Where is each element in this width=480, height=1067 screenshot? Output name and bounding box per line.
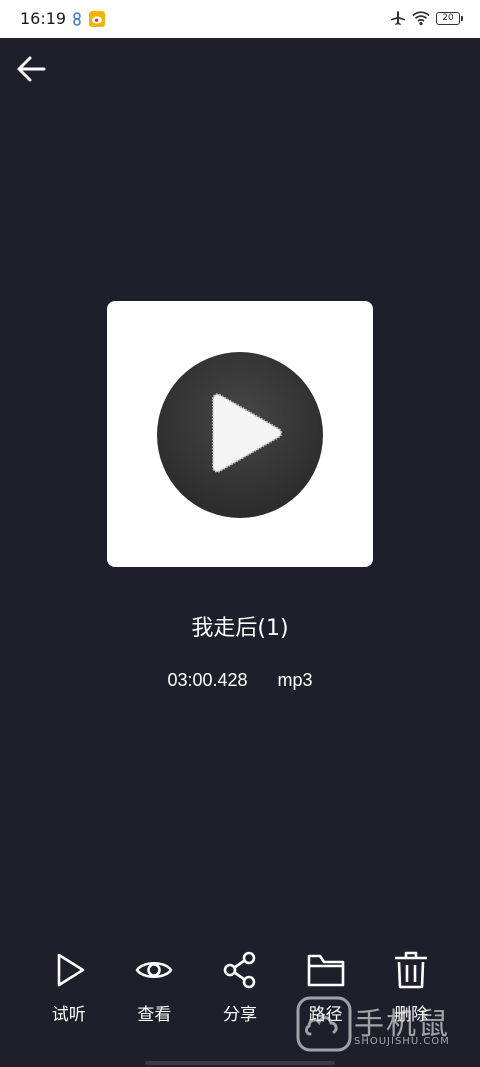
media-cover bbox=[107, 301, 373, 567]
wifi-icon bbox=[412, 11, 430, 26]
home-indicator[interactable] bbox=[145, 1061, 335, 1065]
track-meta: 03:00.428 mp3 bbox=[0, 670, 480, 691]
watermark: 手机鼠 SHOUJISHU.COM bbox=[296, 996, 464, 1052]
track-title: 我走后(1) bbox=[191, 616, 289, 641]
weibo-notification-icon bbox=[89, 11, 105, 27]
share-icon bbox=[223, 951, 256, 989]
status-indicators: 20 bbox=[390, 10, 463, 26]
share-button[interactable]: 分享 bbox=[197, 950, 283, 1030]
battery-icon: 20 bbox=[436, 11, 463, 25]
battery-level: 20 bbox=[442, 12, 454, 23]
folder-icon bbox=[307, 954, 344, 987]
play-disc-icon bbox=[157, 352, 323, 518]
watermark-logo-icon bbox=[296, 996, 352, 1052]
watermark-subtext: SHOUJISHU.COM bbox=[354, 1036, 450, 1047]
eye-icon bbox=[136, 961, 173, 979]
view-label: 查看 bbox=[137, 1005, 172, 1025]
track-format: mp3 bbox=[277, 670, 313, 690]
status-bar: 16:19 20 bbox=[0, 0, 480, 38]
back-arrow-icon[interactable] bbox=[14, 52, 48, 86]
play-outline-icon bbox=[57, 953, 85, 987]
track-duration: 03:00.428 bbox=[167, 670, 248, 690]
notification-app-icon bbox=[73, 12, 81, 26]
airplane-mode-icon bbox=[391, 11, 405, 25]
preview-label: 试听 bbox=[51, 1005, 86, 1025]
trash-icon bbox=[395, 951, 428, 989]
view-button[interactable]: 查看 bbox=[112, 950, 198, 1030]
preview-button[interactable]: 试听 bbox=[26, 950, 112, 1030]
share-label: 分享 bbox=[222, 1005, 257, 1025]
status-time: 16:19 bbox=[20, 9, 67, 28]
